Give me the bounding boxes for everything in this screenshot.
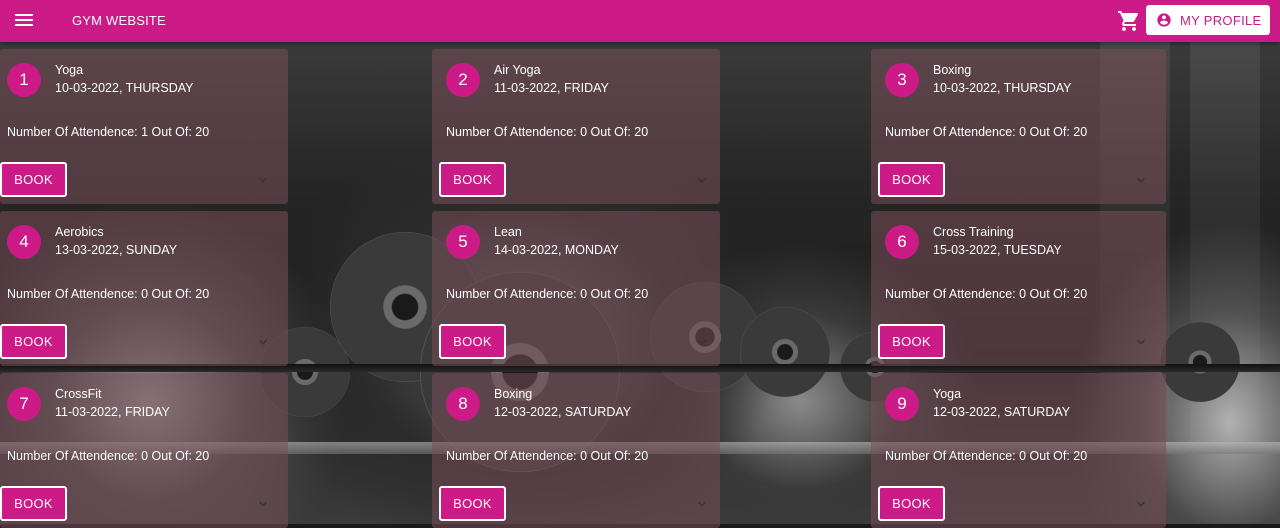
class-name: Yoga bbox=[933, 387, 962, 401]
class-card: 9 Yoga 12-03-2022, SATURDAY Number Of At… bbox=[871, 373, 1166, 528]
class-date: 12-03-2022, SATURDAY bbox=[933, 405, 1071, 419]
class-date: 10-03-2022, THURSDAY bbox=[933, 81, 1072, 95]
class-number-badge: 6 bbox=[885, 225, 919, 259]
book-button[interactable]: BOOK bbox=[878, 162, 945, 197]
class-card: 7 CrossFit 11-03-2022, FRIDAY Number Of … bbox=[0, 373, 288, 528]
class-number-badge: 5 bbox=[446, 225, 480, 259]
class-name: Yoga bbox=[55, 63, 84, 77]
class-attendance: Number Of Attendence: 1 Out Of: 20 bbox=[7, 125, 210, 139]
class-number-badge: 4 bbox=[7, 225, 41, 259]
book-button[interactable]: BOOK bbox=[0, 324, 67, 359]
chevron-down-icon[interactable] bbox=[694, 334, 710, 350]
app-title: GYM WEBSITE bbox=[72, 13, 166, 28]
class-date: 14-03-2022, MONDAY bbox=[494, 243, 619, 257]
class-attendance: Number Of Attendence: 0 Out Of: 20 bbox=[7, 449, 210, 463]
book-button[interactable]: BOOK bbox=[439, 162, 506, 197]
class-date: 11-03-2022, FRIDAY bbox=[55, 405, 170, 419]
class-name: Air Yoga bbox=[494, 63, 541, 77]
class-card: 4 Aerobics 13-03-2022, SUNDAY Number Of … bbox=[0, 211, 288, 366]
book-button[interactable]: BOOK bbox=[0, 162, 67, 197]
class-attendance: Number Of Attendence: 0 Out Of: 20 bbox=[885, 449, 1088, 463]
class-name: CrossFit bbox=[55, 387, 102, 401]
class-name: Cross Training bbox=[933, 225, 1014, 239]
chevron-down-icon[interactable] bbox=[255, 496, 271, 512]
chevron-down-icon[interactable] bbox=[1133, 496, 1149, 512]
class-date: 12-03-2022, SATURDAY bbox=[494, 405, 632, 419]
class-attendance: Number Of Attendence: 0 Out Of: 20 bbox=[446, 287, 649, 301]
class-card: 3 Boxing 10-03-2022, THURSDAY Number Of … bbox=[871, 49, 1166, 204]
chevron-down-icon[interactable] bbox=[255, 172, 271, 188]
class-name: Lean bbox=[494, 225, 522, 239]
class-date: 10-03-2022, THURSDAY bbox=[55, 81, 194, 95]
account-circle-icon bbox=[1157, 13, 1171, 27]
class-card: 6 Cross Training 15-03-2022, TUESDAY Num… bbox=[871, 211, 1166, 366]
class-date: 11-03-2022, FRIDAY bbox=[494, 81, 609, 95]
class-number-badge: 8 bbox=[446, 387, 480, 421]
class-card: 2 Air Yoga 11-03-2022, FRIDAY Number Of … bbox=[432, 49, 720, 204]
class-number-badge: 2 bbox=[446, 63, 480, 97]
book-button[interactable]: BOOK bbox=[0, 486, 67, 521]
chevron-down-icon[interactable] bbox=[1133, 172, 1149, 188]
chevron-down-icon[interactable] bbox=[1133, 334, 1149, 350]
class-attendance: Number Of Attendence: 0 Out Of: 20 bbox=[885, 287, 1088, 301]
cart-icon[interactable] bbox=[1117, 9, 1141, 33]
my-profile-label: MY PROFILE bbox=[1180, 12, 1262, 28]
class-card: 5 Lean 14-03-2022, MONDAY Number Of Atte… bbox=[432, 211, 720, 366]
class-number-badge: 7 bbox=[7, 387, 41, 421]
class-number-badge: 3 bbox=[885, 63, 919, 97]
class-name: Aerobics bbox=[55, 225, 104, 239]
class-attendance: Number Of Attendence: 0 Out Of: 20 bbox=[7, 287, 210, 301]
class-name: Boxing bbox=[494, 387, 533, 401]
class-attendance: Number Of Attendence: 0 Out Of: 20 bbox=[446, 449, 649, 463]
class-attendance: Number Of Attendence: 0 Out Of: 20 bbox=[446, 125, 649, 139]
book-button[interactable]: BOOK bbox=[878, 486, 945, 521]
book-button[interactable]: BOOK bbox=[878, 324, 945, 359]
book-button[interactable]: BOOK bbox=[439, 324, 506, 359]
class-card: 1 Yoga 10-03-2022, THURSDAY Number Of At… bbox=[0, 49, 288, 204]
chevron-down-icon[interactable] bbox=[255, 334, 271, 350]
class-number-badge: 1 bbox=[7, 63, 41, 97]
class-name: Boxing bbox=[933, 63, 972, 77]
class-date: 13-03-2022, SUNDAY bbox=[55, 243, 178, 257]
chevron-down-icon[interactable] bbox=[694, 496, 710, 512]
app-bar: GYM WEBSITE MY PROFILE bbox=[0, 0, 1280, 42]
class-date: 15-03-2022, TUESDAY bbox=[933, 243, 1062, 257]
class-card: 8 Boxing 12-03-2022, SATURDAY Number Of … bbox=[432, 373, 720, 528]
class-number-badge: 9 bbox=[885, 387, 919, 421]
my-profile-button[interactable]: MY PROFILE bbox=[1146, 5, 1270, 35]
chevron-down-icon[interactable] bbox=[694, 172, 710, 188]
class-attendance: Number Of Attendence: 0 Out Of: 20 bbox=[885, 125, 1088, 139]
book-button[interactable]: BOOK bbox=[439, 486, 506, 521]
menu-icon[interactable] bbox=[14, 11, 34, 31]
